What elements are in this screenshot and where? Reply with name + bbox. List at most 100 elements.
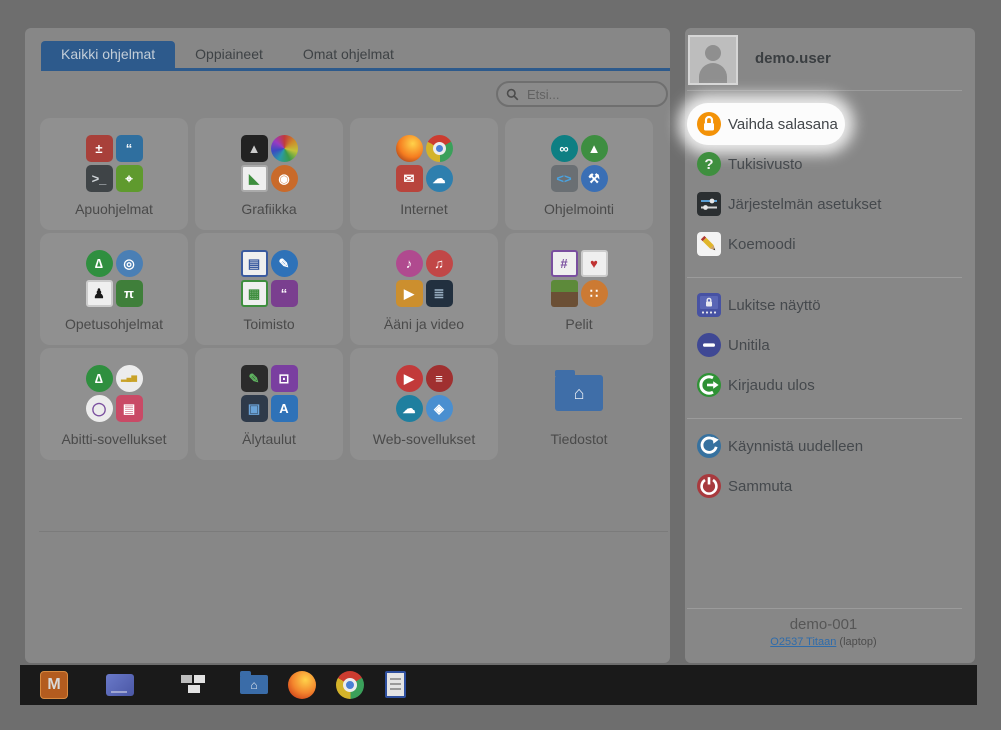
tab-omat-ohjelmat[interactable]: Omat ohjelmat <box>283 41 414 68</box>
menu-item-lukitse-n-ytt[interactable]: Lukitse näyttö <box>685 285 975 325</box>
file-manager-icon[interactable]: ⌂ <box>240 675 268 694</box>
sidebar-divider <box>687 277 962 278</box>
category-tile-toimisto[interactable]: ▤✎▦“Toimisto <box>195 233 343 345</box>
menu-item-label: Käynnistä uudelleen <box>728 438 863 455</box>
search-box[interactable] <box>496 81 668 107</box>
restart-icon <box>697 434 721 458</box>
design-ruler-icon: ◣ <box>241 165 268 192</box>
stats-chart-icon: ▂▄▆ <box>116 365 143 392</box>
category-icon-cluster: ∞▲<>⚒ <box>551 134 608 192</box>
category-icon-cluster: ✉☁ <box>396 134 453 192</box>
chrome-icon[interactable] <box>336 671 364 699</box>
category-tile-lytaulut[interactable]: ✎⊡▣AÄlytaulut <box>195 348 343 460</box>
notes-icon: “ <box>116 135 143 162</box>
pen-icon: ✎ <box>271 250 298 277</box>
menu-item-label: Lukitse näyttö <box>728 297 821 314</box>
menu-item-label: Tukisivusto <box>728 156 802 173</box>
impress-doc-icon: ▤ <box>116 395 143 422</box>
category-tile-opetusohjelmat[interactable]: ∆◎♟πOpetusohjelmat <box>40 233 188 345</box>
screen-share-icon: ▣ <box>241 395 268 422</box>
category-tile-web-sovellukset[interactable]: ▶≡☁◈Web-sovellukset <box>350 348 498 460</box>
device-model-link[interactable]: O2537 Titaan <box>770 636 836 648</box>
logout-icon <box>697 373 721 397</box>
board-app-icon: A <box>271 395 298 422</box>
tab-kaikki-ohjelmat[interactable]: Kaikki ohjelmat <box>41 41 175 68</box>
chalkboard-icon: π <box>116 280 143 307</box>
menu-item-vaihda-salasana[interactable]: Vaihda salasana <box>685 104 975 144</box>
category-tile-tiedostot[interactable]: ⌂Tiedostot <box>505 348 653 460</box>
category-label: Pelit <box>565 316 592 332</box>
category-tile-apuohjelmat[interactable]: ±“>_⌖ Apuohjelmat <box>40 118 188 230</box>
category-label: Ohjelmointi <box>544 201 614 217</box>
menu-item-sammuta[interactable]: Sammuta <box>685 466 975 506</box>
ebook-icon: ≡ <box>426 365 453 392</box>
exam-pencil-icon <box>697 232 721 256</box>
mail-icon: ✉ <box>396 165 423 192</box>
category-icon-cluster: ✎⊡▣A <box>241 364 298 422</box>
gamepad-icon: ∷ <box>581 280 608 307</box>
crop-tool-icon: ⊡ <box>271 365 298 392</box>
menu-group-power: Käynnistä uudelleen Sammuta <box>685 426 975 506</box>
menu-item-label: Unitila <box>728 337 770 354</box>
desktop: Kaikki ohjelmatOppiaineetOmat ohjelmat ±… <box>0 0 1001 730</box>
menu-item-k-ynnist-uudelleen[interactable]: Käynnistä uudelleen <box>685 426 975 466</box>
username: demo.user <box>755 50 831 67</box>
sidebar-divider <box>687 90 962 91</box>
category-tile-ni-ja-video[interactable]: ♪♫▶≣Ääni ja video <box>350 233 498 345</box>
section-divider <box>39 531 668 532</box>
document-icon[interactable] <box>385 671 406 698</box>
menu-item-label: Järjestelmän asetukset <box>728 196 881 213</box>
calculator-icon: ± <box>86 135 113 162</box>
menu-item-label: Koemoodi <box>728 236 796 253</box>
menu-item-unitila[interactable]: Unitila <box>685 325 975 365</box>
menu-item-tukisivusto[interactable]: ?Tukisivusto <box>685 144 975 184</box>
code-editor-icon: <> <box>551 165 578 192</box>
category-icon-cluster: ▶≡☁◈ <box>396 364 453 422</box>
category-icon-cluster: ⌂ <box>555 364 603 422</box>
firefox-icon[interactable] <box>288 671 316 699</box>
session-sidebar: demo.user Vaihda salasana ?Tukisivusto Jär… <box>685 28 975 663</box>
terminal-icon: >_ <box>86 165 113 192</box>
ring-icon: ◯ <box>86 395 113 422</box>
search-input[interactable] <box>525 86 658 103</box>
category-icon-cluster: ±“>_⌖ <box>86 134 143 192</box>
menu-item-label: Kirjaudu ulos <box>728 377 815 394</box>
atom-icon: ◎ <box>116 250 143 277</box>
menu-item-koemoodi[interactable]: Koemoodi <box>685 224 975 264</box>
tab-bar: Kaikki ohjelmatOppiaineetOmat ohjelmat <box>41 41 670 68</box>
category-tile-pelit[interactable]: #♥∷ Pelit <box>505 233 653 345</box>
graduation-cap-icon: ∆ <box>86 250 113 277</box>
category-label: Ääni ja video <box>384 316 464 332</box>
menu-item-label: Sammuta <box>728 478 792 495</box>
menu-item-label: Vaihda salasana <box>728 116 838 133</box>
category-icon-cluster: ▲◣◉ <box>241 134 298 192</box>
category-tile-abitti-sovellukset[interactable]: ∆▂▄▆◯▤Abitti-sovellukset <box>40 348 188 460</box>
avatar[interactable] <box>688 35 738 85</box>
menu-group-account: Vaihda salasana ?Tukisivusto Järjestelmän … <box>685 104 975 264</box>
color-wheel-icon <box>271 135 298 162</box>
cloud-service-icon: ☁ <box>396 395 423 422</box>
music-note-icon: ♫ <box>426 250 453 277</box>
menu-launcher-icon[interactable]: M <box>40 671 68 699</box>
tab-oppiaineet[interactable]: Oppiaineet <box>175 41 283 68</box>
category-tile-grafiikka[interactable]: ▲◣◉Grafiikka <box>195 118 343 230</box>
tablet-pencil-icon: ✎ <box>241 365 268 392</box>
category-grid: ±“>_⌖Apuohjelmat▲◣◉Grafiikka✉☁Internet∞▲… <box>40 118 653 460</box>
show-desktop-icon[interactable] <box>106 674 134 696</box>
category-tile-internet[interactable]: ✉☁Internet <box>350 118 498 230</box>
window-tiling-icon[interactable] <box>180 671 208 699</box>
quotes-icon: “ <box>271 280 298 307</box>
sudoku-icon: # <box>551 250 578 277</box>
category-tile-ohjelmointi[interactable]: ∞▲<>⚒ Ohjelmointi <box>505 118 653 230</box>
tux-icon: ♟ <box>86 280 113 307</box>
arduino-icon: ∞ <box>551 135 578 162</box>
menu-item-j-rjestelm-n-asetukset[interactable]: Järjestelmän asetukset <box>685 184 975 224</box>
category-icon-cluster: ∆▂▄▆◯▤ <box>86 364 143 422</box>
power-icon <box>697 474 721 498</box>
menu-item-kirjaudu-ulos[interactable]: Kirjaudu ulos <box>685 365 975 405</box>
category-icon-cluster: #♥∷ <box>551 249 608 307</box>
padlock-icon <box>697 112 721 136</box>
firefox-icon <box>396 135 423 162</box>
category-label: Apuohjelmat <box>75 201 153 217</box>
microphone-icon: ♪ <box>396 250 423 277</box>
